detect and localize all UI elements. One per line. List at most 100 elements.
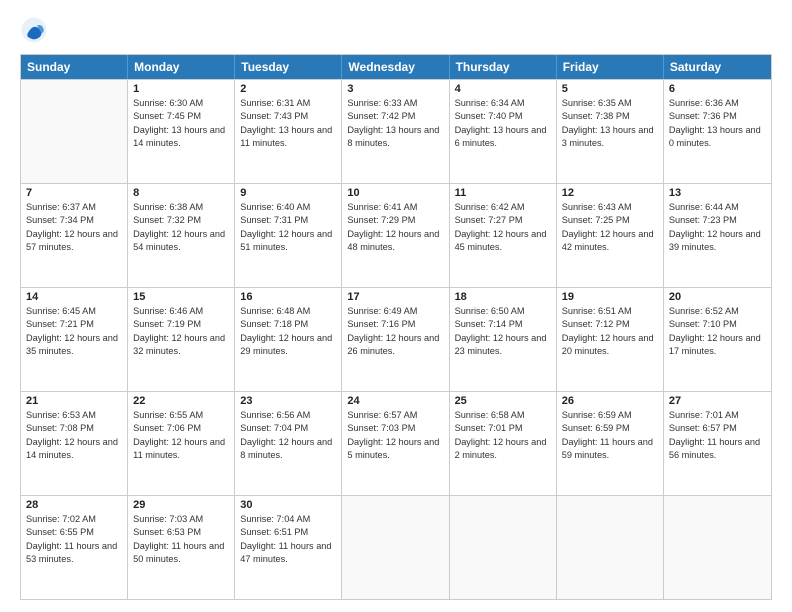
cell-info: Sunrise: 6:36 AM xyxy=(669,97,766,110)
cell-info: Sunset: 6:51 PM xyxy=(240,526,336,539)
cal-header-saturday: Saturday xyxy=(664,55,771,79)
cell-info: Daylight: 12 hours and 20 minutes. xyxy=(562,332,658,359)
logo xyxy=(20,16,52,44)
day-number: 11 xyxy=(455,187,551,199)
cell-info: Daylight: 12 hours and 23 minutes. xyxy=(455,332,551,359)
calendar-cell xyxy=(21,80,128,183)
cell-info: Sunrise: 6:55 AM xyxy=(133,409,229,422)
cell-info: Sunrise: 6:46 AM xyxy=(133,305,229,318)
day-number: 24 xyxy=(347,395,443,407)
cell-info: Sunset: 7:04 PM xyxy=(240,422,336,435)
cell-info: Sunrise: 6:49 AM xyxy=(347,305,443,318)
day-number: 7 xyxy=(26,187,122,199)
calendar-cell: 15 Sunrise: 6:46 AMSunset: 7:19 PMDayligh… xyxy=(128,288,235,391)
calendar-cell: 16Sunrise: 6:48 AMSunset: 7:18 PMDayligh… xyxy=(235,288,342,391)
calendar-cell: 28Sunrise: 7:02 AMSunset: 6:55 PMDayligh… xyxy=(21,496,128,599)
cell-info: Daylight: 13 hours and 14 minutes. xyxy=(133,124,229,151)
calendar-cell: 1Sunrise: 6:30 AMSunset: 7:45 PMDaylight… xyxy=(128,80,235,183)
cell-info: Sunset: 7:31 PM xyxy=(240,214,336,227)
cell-info: Sunrise: 6:45 AM xyxy=(26,305,122,318)
calendar-cell: 6Sunrise: 6:36 AMSunset: 7:36 PMDaylight… xyxy=(664,80,771,183)
cal-header-tuesday: Tuesday xyxy=(235,55,342,79)
calendar-cell: 19Sunrise: 6:51 AMSunset: 7:12 PMDayligh… xyxy=(557,288,664,391)
cell-info: Sunrise: 7:04 AM xyxy=(240,513,336,526)
cal-header-wednesday: Wednesday xyxy=(342,55,449,79)
calendar-cell xyxy=(450,496,557,599)
cell-info: Daylight: 12 hours and 48 minutes. xyxy=(347,228,443,255)
cell-info: Sunset: 7:01 PM xyxy=(455,422,551,435)
calendar-cell: 11Sunrise: 6:42 AMSunset: 7:27 PMDayligh… xyxy=(450,184,557,287)
cell-info: Daylight: 13 hours and 11 minutes. xyxy=(240,124,336,151)
cell-info: Sunset: 7:38 PM xyxy=(562,110,658,123)
cell-info: Sunset: 7:34 PM xyxy=(26,214,122,227)
cell-info: Sunset: 7:42 PM xyxy=(347,110,443,123)
cell-info: Daylight: 11 hours and 50 minutes. xyxy=(133,540,229,567)
cell-info: Sunset: 7:12 PM xyxy=(562,318,658,331)
cell-info: Sunset: 7:23 PM xyxy=(669,214,766,227)
cell-info: Sunset: 6:53 PM xyxy=(133,526,229,539)
calendar-cell: 24Sunrise: 6:57 AMSunset: 7:03 PMDayligh… xyxy=(342,392,449,495)
day-number: 22 xyxy=(133,395,229,407)
calendar-row-5: 28Sunrise: 7:02 AMSunset: 6:55 PMDayligh… xyxy=(21,495,771,599)
cell-info: Sunrise: 6:57 AM xyxy=(347,409,443,422)
cell-info: Sunrise: 6:34 AM xyxy=(455,97,551,110)
cell-info: Sunrise: 6:53 AM xyxy=(26,409,122,422)
cell-info: Daylight: 13 hours and 3 minutes. xyxy=(562,124,658,151)
cell-info: Daylight: 12 hours and 32 minutes. xyxy=(133,332,229,359)
calendar-row-4: 21Sunrise: 6:53 AMSunset: 7:08 PMDayligh… xyxy=(21,391,771,495)
cell-info: Sunrise: 6:41 AM xyxy=(347,201,443,214)
calendar-cell: 22 Sunrise: 6:55 AMSunset: 7:06 PMDayligh… xyxy=(128,392,235,495)
cell-info: Sunrise: 6:42 AM xyxy=(455,201,551,214)
cell-info: Daylight: 11 hours and 53 minutes. xyxy=(26,540,122,567)
cell-info: Daylight: 11 hours and 59 minutes. xyxy=(562,436,658,463)
day-number: 12 xyxy=(562,187,658,199)
cell-info: Sunset: 7:03 PM xyxy=(347,422,443,435)
cell-info: Daylight: 12 hours and 8 minutes. xyxy=(240,436,336,463)
cell-info: Sunset: 7:29 PM xyxy=(347,214,443,227)
cell-info: Daylight: 12 hours and 11 minutes. xyxy=(133,436,229,463)
calendar-header: SundayMondayTuesdayWednesdayThursdayFrid… xyxy=(21,55,771,79)
calendar-cell: 25Sunrise: 6:58 AMSunset: 7:01 PMDayligh… xyxy=(450,392,557,495)
day-number: 25 xyxy=(455,395,551,407)
day-number: 14 xyxy=(26,291,122,303)
cell-info: Sunset: 7:43 PM xyxy=(240,110,336,123)
cell-info: Daylight: 12 hours and 35 minutes. xyxy=(26,332,122,359)
day-number: 9 xyxy=(240,187,336,199)
cell-info: Daylight: 12 hours and 54 minutes. xyxy=(133,228,229,255)
calendar-cell: 20Sunrise: 6:52 AMSunset: 7:10 PMDayligh… xyxy=(664,288,771,391)
calendar-cell: 27Sunrise: 7:01 AMSunset: 6:57 PMDayligh… xyxy=(664,392,771,495)
cell-info: Sunset: 7:36 PM xyxy=(669,110,766,123)
calendar-body: 1Sunrise: 6:30 AMSunset: 7:45 PMDaylight… xyxy=(21,79,771,599)
cell-info: Sunrise: 6:50 AM xyxy=(455,305,551,318)
day-number: 26 xyxy=(562,395,658,407)
cell-info: Daylight: 13 hours and 6 minutes. xyxy=(455,124,551,151)
day-number: 29 xyxy=(133,499,229,511)
cell-info: Sunrise: 7:02 AM xyxy=(26,513,122,526)
day-number: 15 xyxy=(133,291,229,303)
cell-info: Daylight: 12 hours and 26 minutes. xyxy=(347,332,443,359)
cell-info: Sunset: 7:19 PM xyxy=(133,318,229,331)
calendar: SundayMondayTuesdayWednesdayThursdayFrid… xyxy=(20,54,772,600)
cell-info: Daylight: 12 hours and 14 minutes. xyxy=(26,436,122,463)
page-header xyxy=(20,16,772,44)
calendar-cell: 5Sunrise: 6:35 AMSunset: 7:38 PMDaylight… xyxy=(557,80,664,183)
day-number: 23 xyxy=(240,395,336,407)
cell-info: Sunset: 7:18 PM xyxy=(240,318,336,331)
cell-info: Sunset: 6:57 PM xyxy=(669,422,766,435)
cell-info: Daylight: 12 hours and 51 minutes. xyxy=(240,228,336,255)
day-number: 10 xyxy=(347,187,443,199)
day-number: 8 xyxy=(133,187,229,199)
cell-info: Sunrise: 6:43 AM xyxy=(562,201,658,214)
day-number: 27 xyxy=(669,395,766,407)
day-number: 16 xyxy=(240,291,336,303)
calendar-cell: 12Sunrise: 6:43 AMSunset: 7:25 PMDayligh… xyxy=(557,184,664,287)
cell-info: Sunset: 7:14 PM xyxy=(455,318,551,331)
calendar-cell: 9Sunrise: 6:40 AMSunset: 7:31 PMDaylight… xyxy=(235,184,342,287)
cell-info: Sunset: 7:06 PM xyxy=(133,422,229,435)
cell-info: Sunrise: 6:38 AM xyxy=(133,201,229,214)
cell-info: Daylight: 12 hours and 29 minutes. xyxy=(240,332,336,359)
cell-info: Daylight: 12 hours and 45 minutes. xyxy=(455,228,551,255)
calendar-cell: 10 Sunrise: 6:41 AMSunset: 7:29 PMDayligh… xyxy=(342,184,449,287)
day-number: 30 xyxy=(240,499,336,511)
day-number: 3 xyxy=(347,83,443,95)
